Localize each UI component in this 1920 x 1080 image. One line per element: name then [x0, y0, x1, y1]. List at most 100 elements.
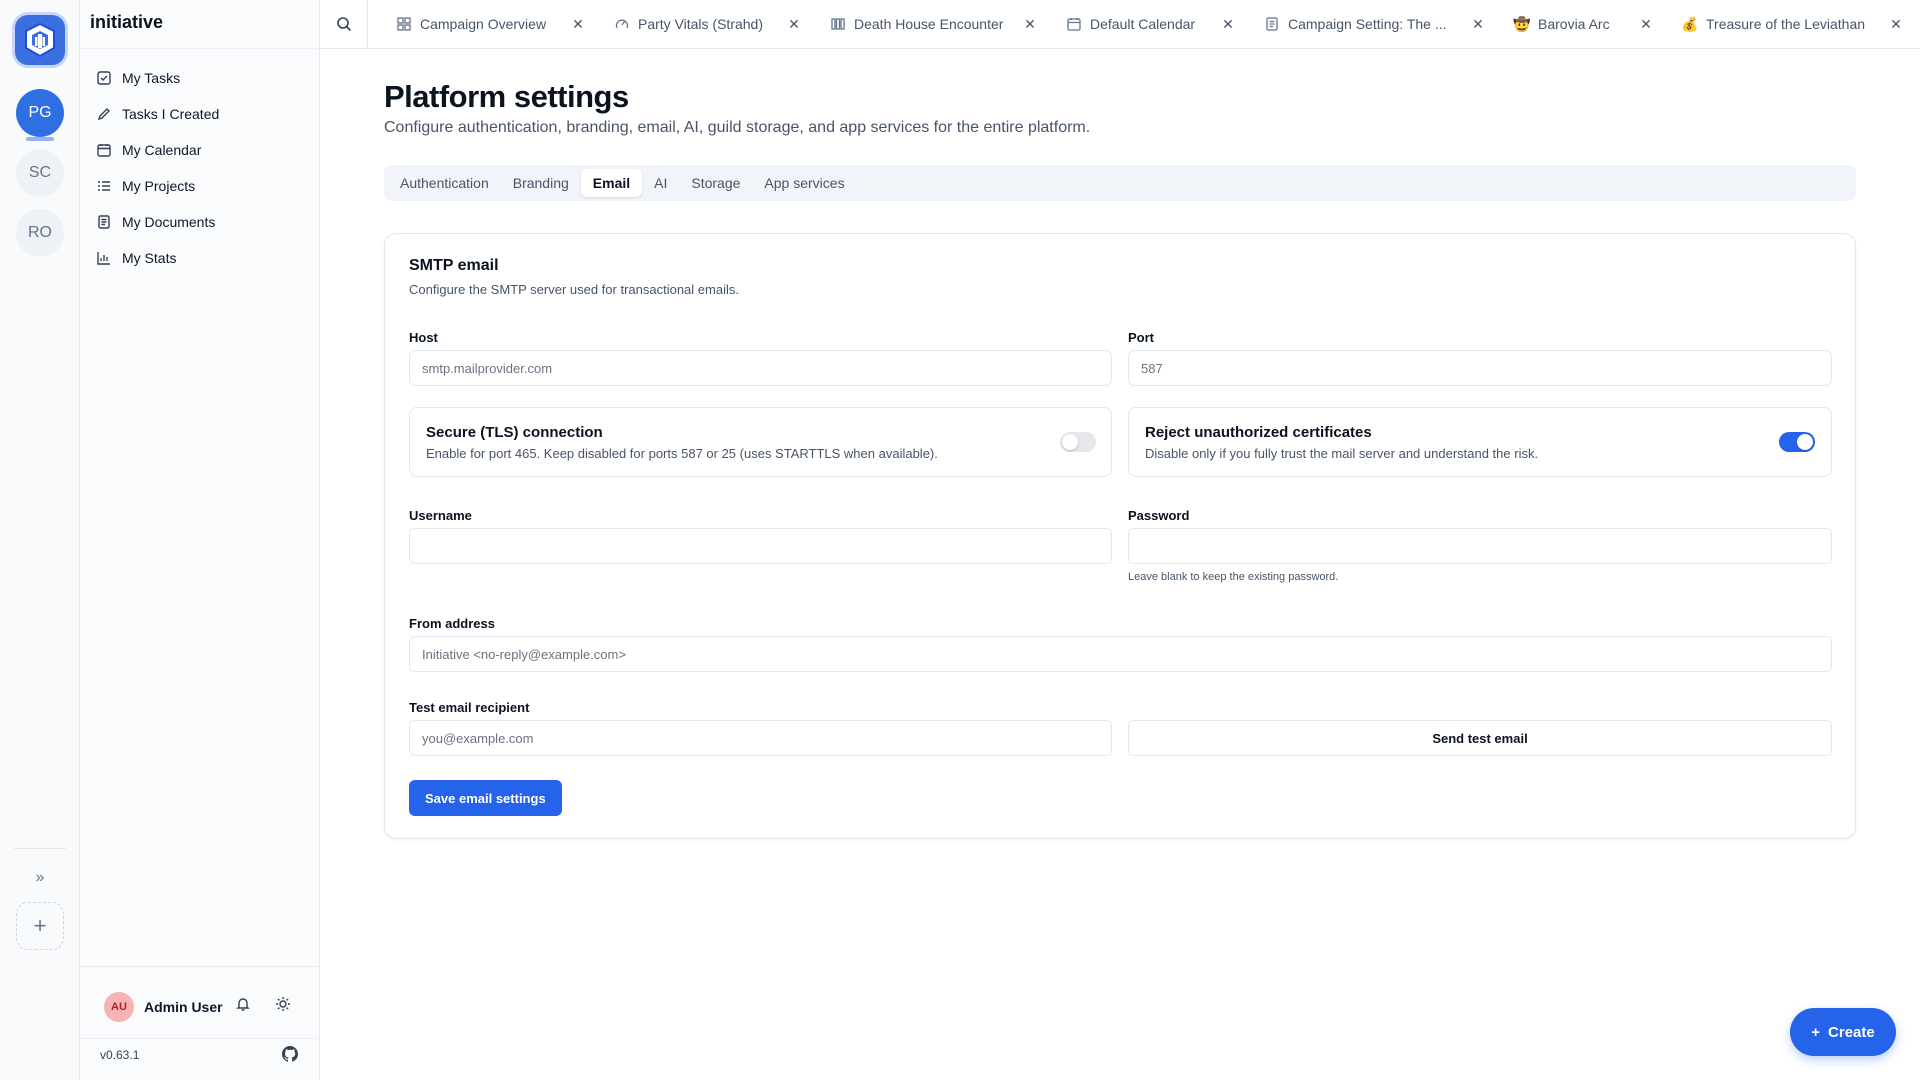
tab-bar: Campaign Overview ✕ Party Vitals (Strahd… [320, 0, 1920, 49]
tab-label: Default Calendar [1090, 16, 1196, 32]
rail-divider [14, 848, 66, 849]
tab-storage[interactable]: Storage [679, 169, 752, 197]
sidebar-nav: My Tasks Tasks I Created My Calendar My … [96, 60, 308, 276]
tab-default-calendar[interactable]: Default Calendar [1066, 0, 1195, 48]
tab-label: Campaign Setting: The ... [1288, 16, 1447, 32]
close-icon[interactable]: ✕ [1888, 16, 1904, 32]
bell-icon[interactable] [235, 996, 251, 1015]
close-icon[interactable]: ✕ [1220, 16, 1236, 32]
main-content: Platform settings Configure authenticati… [320, 49, 1920, 1080]
guild-rail: PG SC RO » + [0, 0, 80, 1080]
page-title: Platform settings [384, 79, 629, 114]
reject-unauthorized-description: Disable only if you fully trust the mail… [1145, 446, 1539, 461]
tab-campaign-overview[interactable]: Campaign Overview [396, 0, 546, 48]
guild-avatar-1[interactable]: PG [16, 89, 64, 137]
tab-label: Party Vitals (Strahd) [638, 16, 764, 32]
port-input[interactable] [1128, 350, 1832, 386]
guild-avatar-2[interactable]: SC [16, 149, 64, 197]
calendar-icon [96, 142, 112, 158]
emoji-moneybag-icon: 💰 [1681, 15, 1699, 32]
card-subtitle: Configure the SMTP server used for trans… [409, 282, 739, 297]
search-icon[interactable] [320, 0, 368, 48]
bar-chart-icon [96, 250, 112, 266]
document-icon [96, 214, 112, 230]
close-icon[interactable]: ✕ [1470, 16, 1486, 32]
tab-label: Campaign Overview [420, 16, 547, 32]
from-address-label: From address [409, 616, 495, 631]
tab-death-house-encounter[interactable]: Death House Encounter [830, 0, 1003, 48]
gauge-icon [614, 16, 630, 32]
avatar: AU [104, 992, 134, 1022]
add-guild-button[interactable]: + [16, 902, 64, 950]
sidebar-divider [80, 48, 320, 49]
reject-unauthorized-toggle[interactable] [1779, 432, 1815, 452]
tab-label: Death House Encounter [854, 16, 1004, 32]
grid-icon [396, 16, 412, 32]
sidebar-item-my-tasks[interactable]: My Tasks [96, 60, 308, 96]
tab-campaign-setting[interactable]: Campaign Setting: The ... [1264, 0, 1447, 48]
sidebar-divider [80, 1038, 320, 1039]
guild-avatar-3[interactable]: RO [16, 209, 64, 257]
github-icon[interactable] [282, 1046, 298, 1065]
close-icon[interactable]: ✕ [786, 16, 802, 32]
sidebar-item-label: My Stats [122, 250, 177, 266]
expand-sidebar-icon[interactable]: » [26, 866, 54, 890]
sidebar-item-my-projects[interactable]: My Projects [96, 168, 308, 204]
tab-label: Barovia Arc [1538, 16, 1610, 32]
page-subtitle: Configure authentication, branding, emai… [384, 119, 1091, 136]
theme-toggle-icon[interactable] [275, 996, 291, 1015]
host-input[interactable] [409, 350, 1112, 386]
tab-ai[interactable]: AI [642, 169, 679, 197]
card-title: SMTP email [409, 257, 499, 274]
calendar-icon [1066, 16, 1082, 32]
send-test-email-button[interactable]: Send test email [1128, 720, 1832, 756]
sidebar-item-label: My Documents [122, 214, 216, 230]
tab-barovia-arc[interactable]: 🤠 Barovia Arc [1513, 0, 1610, 48]
port-label: Port [1128, 330, 1154, 345]
pencil-icon [96, 106, 112, 122]
close-icon[interactable]: ✕ [1022, 16, 1038, 32]
check-square-icon [96, 70, 112, 86]
test-recipient-input[interactable] [409, 720, 1112, 756]
from-address-input[interactable] [409, 636, 1832, 672]
tab-treasure-of-the-leviathan[interactable]: 💰 Treasure of the Leviathan [1681, 0, 1866, 48]
sidebar-item-tasks-i-created[interactable]: Tasks I Created [96, 96, 308, 132]
emoji-cowboy-icon: 🤠 [1513, 15, 1531, 32]
password-input[interactable] [1128, 528, 1832, 564]
tab-email[interactable]: Email [580, 169, 643, 197]
close-icon[interactable]: ✕ [1638, 16, 1654, 32]
sidebar-item-label: Tasks I Created [122, 106, 220, 122]
username-input[interactable] [409, 528, 1112, 564]
plus-icon: + [1811, 1023, 1821, 1041]
sidebar-item-my-documents[interactable]: My Documents [96, 204, 308, 240]
app-logo-icon[interactable] [12, 12, 68, 68]
reject-unauthorized-title: Reject unauthorized certificates [1145, 424, 1372, 441]
user-name: Admin User [144, 999, 223, 1015]
sidebar-item-my-stats[interactable]: My Stats [96, 240, 308, 276]
app-version: v0.63.1 [100, 1048, 140, 1062]
user-menu[interactable]: AU Admin User [104, 992, 223, 1022]
tab-authentication[interactable]: Authentication [388, 169, 501, 197]
tls-setting: Secure (TLS) connection Enable for port … [409, 407, 1112, 477]
tab-label: Treasure of the Leviathan [1706, 16, 1866, 32]
toggle-knob [1797, 434, 1813, 450]
active-guild-indicator [26, 137, 54, 141]
settings-tabs: Authentication Branding Email AI Storage… [384, 165, 1856, 201]
sidebar-item-label: My Tasks [122, 70, 181, 86]
toggle-knob [1062, 434, 1078, 450]
tls-title: Secure (TLS) connection [426, 424, 603, 441]
create-button[interactable]: + Create [1790, 1008, 1896, 1056]
reject-unauthorized-setting: Reject unauthorized certificates Disable… [1128, 407, 1832, 477]
smtp-settings-card: SMTP email Configure the SMTP server use… [384, 233, 1856, 839]
tls-toggle[interactable] [1060, 432, 1096, 452]
sidebar-item-label: My Calendar [122, 142, 202, 158]
tab-branding[interactable]: Branding [501, 169, 581, 197]
test-recipient-label: Test email recipient [409, 700, 530, 715]
save-email-settings-button[interactable]: Save email settings [409, 780, 562, 816]
tab-party-vitals[interactable]: Party Vitals (Strahd) [614, 0, 763, 48]
password-label: Password [1128, 508, 1190, 523]
tab-app-services[interactable]: App services [752, 169, 856, 197]
document-icon [1264, 16, 1280, 32]
close-icon[interactable]: ✕ [570, 16, 586, 32]
sidebar-item-my-calendar[interactable]: My Calendar [96, 132, 308, 168]
